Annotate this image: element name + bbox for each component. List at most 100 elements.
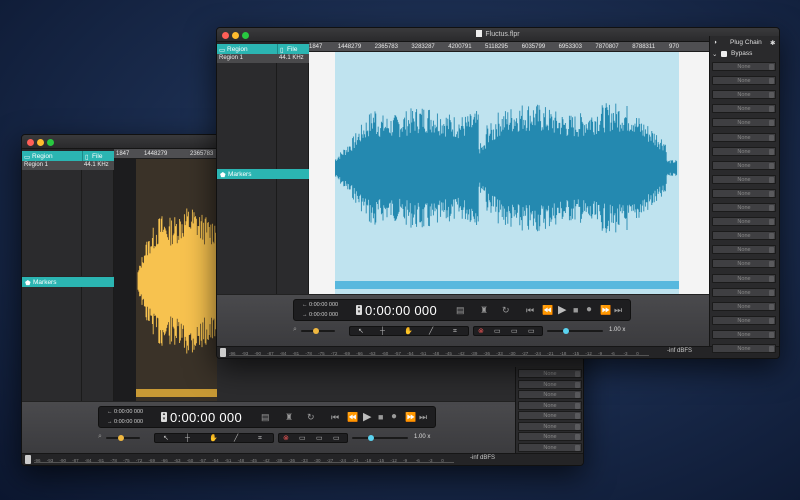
plugin-slot[interactable]: None — [712, 259, 776, 269]
slot-stepper-icon[interactable] — [575, 423, 580, 430]
slot-stepper-icon[interactable] — [575, 444, 580, 451]
front-zoom-slider[interactable] — [301, 328, 335, 334]
slot-stepper-icon[interactable] — [769, 247, 774, 254]
close-window-button[interactable] — [27, 138, 34, 146]
slot-stepper-icon[interactable] — [575, 402, 580, 409]
link-icon[interactable]: ⊗ — [478, 328, 484, 336]
prev-icon[interactable]: ⏮ — [526, 306, 534, 315]
forward-icon[interactable]: ⏩ — [600, 306, 611, 315]
slot-stepper-icon[interactable] — [575, 381, 580, 388]
plugin-slot[interactable]: None — [712, 146, 776, 156]
slot-stepper-icon[interactable] — [769, 303, 774, 310]
slot-stepper-icon[interactable] — [769, 64, 774, 70]
plugin-slot[interactable]: None — [518, 442, 582, 452]
back-waveform-view[interactable] — [114, 159, 217, 401]
stop-icon[interactable]: ■ — [573, 306, 578, 315]
plugin-slot[interactable]: None — [712, 118, 776, 128]
region-list-header[interactable]: ▭ Region ▯ File — [217, 44, 309, 54]
rewind-icon[interactable]: ⏪ — [347, 413, 358, 422]
markers-header[interactable]: ⬟ Markers — [22, 277, 114, 287]
plugin-slot[interactable]: None — [518, 369, 582, 378]
loop-icon[interactable]: ↻ — [502, 306, 510, 315]
pointer-tool-icon[interactable]: ↖ — [163, 435, 169, 443]
plugin-slot[interactable]: None — [712, 231, 776, 241]
zoom-window-button[interactable] — [47, 138, 54, 146]
region-row[interactable]: Region 1 44.1 KHz ... — [22, 161, 114, 174]
region-column-header[interactable]: Region — [227, 46, 248, 53]
hand-tool-icon[interactable]: ✋ — [404, 328, 413, 336]
slot-stepper-icon[interactable] — [769, 233, 774, 240]
next-icon[interactable]: ⏭ — [419, 413, 427, 422]
back-timeline-ruler[interactable]: 1847 1448279 2365783 — [114, 149, 217, 159]
plugin-slot[interactable]: None — [712, 273, 776, 283]
front-timeline-ruler[interactable]: 1847 1448279 2365783 3283287 4200791 5118295 6… — [309, 42, 709, 52]
plugin-slot[interactable]: None — [712, 329, 776, 339]
slot-stepper-icon[interactable] — [769, 346, 774, 352]
view-a-icon[interactable]: ▭ — [299, 435, 306, 443]
list-icon[interactable]: ▤ — [261, 413, 270, 422]
time-format-stepper[interactable]: ▴ ▾ — [161, 412, 167, 422]
view-c-icon[interactable]: ▭ — [528, 328, 535, 336]
record-icon[interactable]: ● — [586, 305, 592, 315]
crop-tool-icon[interactable]: ⌗ — [453, 328, 457, 336]
meter-toggle[interactable] — [25, 455, 31, 464]
region-column-header[interactable]: Region — [32, 153, 53, 160]
back-zoom-slider[interactable] — [106, 435, 140, 441]
front-waveform-view[interactable] — [309, 52, 709, 294]
front-volume-slider[interactable] — [547, 328, 603, 334]
slot-stepper-icon[interactable] — [769, 289, 774, 296]
cut-tool-icon[interactable]: ┼ — [380, 328, 385, 336]
plugin-slot[interactable]: None — [712, 160, 776, 170]
slot-stepper-icon[interactable] — [769, 190, 774, 197]
chevron-down-icon[interactable]: ⌄ — [712, 50, 717, 58]
view-c-icon[interactable]: ▭ — [333, 435, 340, 443]
loop-icon[interactable]: ↻ — [307, 413, 315, 422]
plugin-slot[interactable]: None — [712, 217, 776, 227]
plugin-slot[interactable]: None — [712, 245, 776, 255]
list-icon[interactable]: ▤ — [456, 306, 465, 315]
crop-tool-icon[interactable]: ⌗ — [258, 435, 262, 443]
slot-stepper-icon[interactable] — [575, 413, 580, 419]
record-icon[interactable]: ● — [391, 412, 397, 422]
pointer-tool-icon[interactable]: ↖ — [358, 328, 364, 336]
bypass-checkbox[interactable] — [721, 51, 727, 57]
plugin-slot[interactable]: None — [518, 379, 582, 389]
meter-toggle[interactable] — [220, 348, 226, 357]
slot-stepper-icon[interactable] — [769, 134, 774, 141]
plugin-slot[interactable]: None — [518, 432, 582, 441]
plugin-slot[interactable]: None — [712, 301, 776, 311]
pencil-tool-icon[interactable]: ╱ — [429, 328, 433, 336]
stop-icon[interactable]: ■ — [378, 413, 383, 422]
time-format-stepper[interactable]: ▴ ▾ — [356, 305, 362, 315]
slot-stepper-icon[interactable] — [769, 106, 774, 113]
plugin-slot[interactable]: None — [712, 315, 776, 325]
next-icon[interactable]: ⏭ — [614, 306, 622, 315]
markers-header[interactable]: ⬟ Markers — [217, 169, 309, 179]
file-column-header[interactable]: File — [287, 46, 297, 53]
forward-icon[interactable]: ⏩ — [405, 413, 416, 422]
plugin-slot[interactable]: None — [712, 188, 776, 198]
plugin-slot[interactable]: None — [518, 411, 582, 420]
pencil-tool-icon[interactable]: ╱ — [234, 435, 238, 443]
metronome-icon[interactable]: ♜ — [480, 306, 488, 315]
slot-stepper-icon[interactable] — [769, 331, 774, 338]
plugin-slot[interactable]: None — [712, 203, 776, 212]
play-icon[interactable]: ▶ — [363, 412, 371, 423]
slot-stepper-icon[interactable] — [769, 176, 774, 183]
slot-stepper-icon[interactable] — [575, 434, 580, 440]
slot-stepper-icon[interactable] — [769, 78, 774, 85]
plugin-slot[interactable]: None — [518, 421, 582, 431]
slot-stepper-icon[interactable] — [769, 275, 774, 282]
plugin-slot[interactable]: None — [518, 390, 582, 399]
view-a-icon[interactable]: ▭ — [494, 328, 501, 336]
slot-stepper-icon[interactable] — [769, 261, 774, 268]
rewind-icon[interactable]: ⏪ — [542, 306, 553, 315]
slot-stepper-icon[interactable] — [769, 148, 774, 155]
region-row[interactable]: Region 1 44.1 KHz ... — [217, 54, 309, 67]
slot-stepper-icon[interactable] — [769, 92, 774, 99]
slot-stepper-icon[interactable] — [769, 162, 774, 169]
view-b-icon[interactable]: ▭ — [316, 435, 323, 443]
slot-stepper-icon[interactable] — [575, 392, 580, 398]
plugin-slot[interactable]: None — [712, 344, 776, 353]
play-icon[interactable]: ▶ — [558, 305, 566, 316]
